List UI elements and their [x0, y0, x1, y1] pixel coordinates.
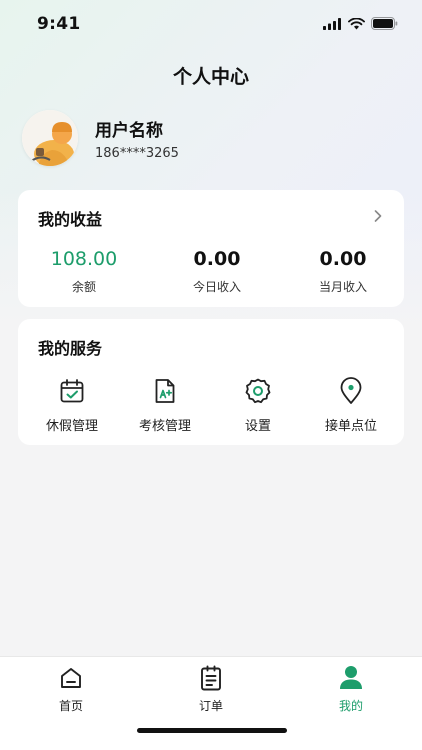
wifi-icon [348, 17, 365, 29]
avatar-image [22, 110, 78, 166]
gear-icon [245, 378, 271, 404]
month-income-value: 0.00 [319, 248, 367, 270]
signal-icon [323, 17, 341, 30]
user-name: 用户名称 [95, 121, 163, 141]
avatar[interactable] [22, 110, 78, 166]
tab-orders[interactable]: 订单 [171, 665, 251, 714]
today-income-label: 今日收入 [192, 280, 241, 294]
home-indicator [137, 728, 287, 733]
service-leave-management[interactable]: 休假管理 [24, 377, 120, 434]
service-assessment-label: 考核管理 [138, 419, 191, 434]
stat-balance[interactable]: 108.00 余额 [20, 248, 148, 295]
user-phone: 186****3265 [95, 146, 179, 161]
balance-label: 余额 [71, 280, 96, 294]
battery-icon [371, 17, 398, 30]
chevron-right-icon[interactable] [374, 210, 382, 222]
home-icon [61, 668, 81, 688]
today-income-value: 0.00 [193, 248, 241, 270]
tab-bar: 首页 订单 我的 [0, 656, 422, 750]
calendar-check-icon [60, 379, 84, 403]
service-assessment-management[interactable]: 考核管理 [117, 377, 213, 434]
status-icons [323, 17, 398, 30]
stat-month-income[interactable]: 0.00 当月收入 [279, 248, 407, 295]
income-title: 我的收益 [38, 210, 103, 229]
service-leave-label: 休假管理 [45, 419, 98, 434]
document-grade-icon [155, 379, 175, 403]
service-settings-label: 设置 [244, 419, 271, 434]
service-settings[interactable]: 设置 [210, 377, 306, 434]
services-card: 我的服务 休假管理 考核管理 设置 接单点位 [18, 319, 404, 445]
services-title: 我的服务 [38, 339, 103, 358]
income-card[interactable]: 我的收益 108.00 余额 0.00 今日收入 0.00 当月收入 [18, 190, 404, 307]
tab-home[interactable]: 首页 [31, 665, 111, 714]
tab-mine[interactable]: 我的 [311, 665, 391, 714]
clipboard-icon [201, 665, 221, 691]
service-location-label: 接单点位 [324, 419, 377, 434]
location-pin-icon [340, 377, 362, 404]
tab-orders-label: 订单 [198, 699, 223, 713]
tab-mine-label: 我的 [338, 699, 363, 713]
page-title: 个人中心 [172, 66, 249, 88]
balance-value: 108.00 [50, 248, 118, 270]
month-income-label: 当月收入 [318, 280, 367, 294]
stat-today-income[interactable]: 0.00 今日收入 [153, 248, 281, 295]
service-pickup-location[interactable]: 接单点位 [303, 377, 399, 434]
user-icon [340, 666, 362, 689]
tab-home-label: 首页 [58, 699, 83, 713]
status-time: 9:41 [37, 14, 81, 34]
profile-section[interactable]: 用户名称 186****3265 [22, 110, 402, 168]
status-bar: 9:41 [0, 0, 422, 50]
